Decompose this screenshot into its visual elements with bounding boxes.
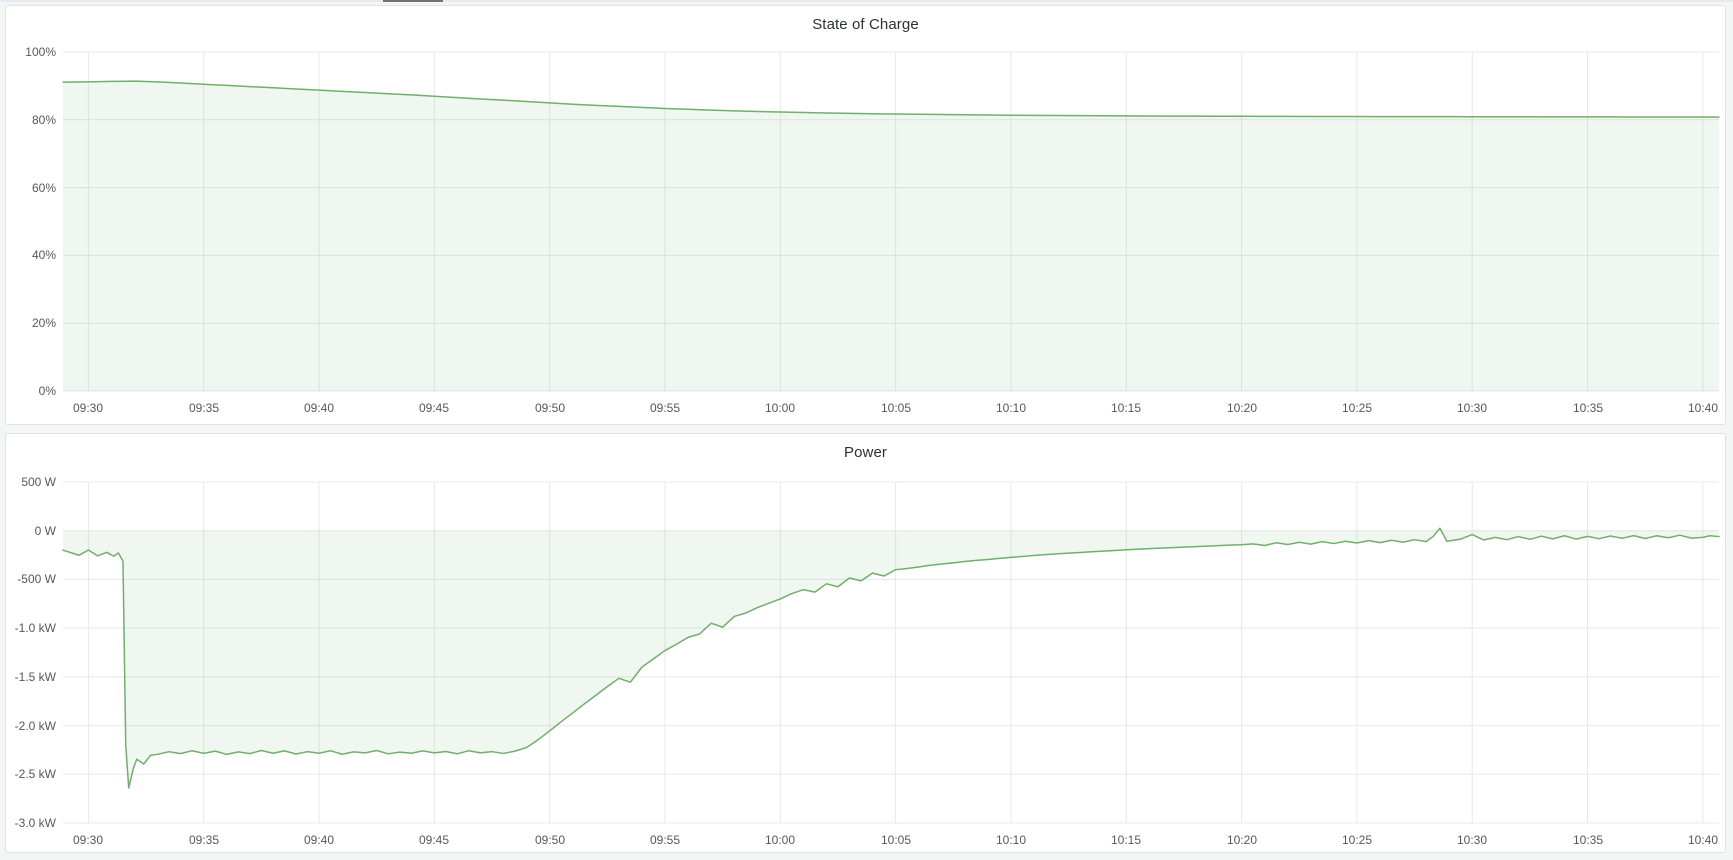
- soc-series-area: [63, 81, 1719, 391]
- x-tick-label: 10:10: [979, 400, 1043, 416]
- top-edge-dark-artifact: [383, 0, 443, 2]
- y-tick-label: 0%: [6, 383, 56, 399]
- x-tick-label: 09:45: [402, 832, 466, 848]
- x-tick-label: 10:25: [1325, 400, 1389, 416]
- x-tick-label: 10:15: [1094, 832, 1158, 848]
- y-tick-label: 40%: [6, 247, 56, 263]
- x-tick-label: 09:40: [287, 400, 351, 416]
- x-tick-label: 10:05: [864, 832, 928, 848]
- y-tick-label: -2.5 kW: [6, 766, 56, 782]
- x-tick-label: 10:15: [1094, 400, 1158, 416]
- x-tick-label: 10:25: [1325, 832, 1389, 848]
- x-tick-label: 10:20: [1210, 400, 1274, 416]
- y-tick-label: 0 W: [6, 523, 56, 539]
- x-tick-label: 09:45: [402, 400, 466, 416]
- power-series-area: [63, 528, 1719, 788]
- x-tick-label: 09:50: [518, 832, 582, 848]
- x-tick-label: 09:40: [287, 832, 351, 848]
- y-tick-label: 100%: [6, 44, 56, 60]
- y-tick-label: -2.0 kW: [6, 718, 56, 734]
- x-tick-label: 09:35: [172, 400, 236, 416]
- x-tick-label: 10:00: [748, 832, 812, 848]
- y-tick-label: -3.0 kW: [6, 815, 56, 831]
- y-tick-label: -1.0 kW: [6, 620, 56, 636]
- x-tick-label: 10:00: [748, 400, 812, 416]
- y-tick-label: 60%: [6, 180, 56, 196]
- power-panel: Power 500 W0 W-500 W-1.0 kW-1.5 kW-2.0 k…: [5, 433, 1726, 853]
- soc-plot-area[interactable]: [6, 6, 1727, 424]
- x-tick-label: 10:30: [1440, 400, 1504, 416]
- x-tick-label: 10:40: [1671, 400, 1733, 416]
- top-edge-artifact: [0, 0, 1733, 2]
- x-tick-label: 09:55: [633, 832, 697, 848]
- x-tick-label: 09:30: [56, 400, 120, 416]
- x-tick-label: 10:35: [1556, 400, 1620, 416]
- x-tick-label: 10:10: [979, 832, 1043, 848]
- x-tick-label: 09:35: [172, 832, 236, 848]
- x-tick-label: 09:50: [518, 400, 582, 416]
- x-tick-label: 09:30: [56, 832, 120, 848]
- x-tick-label: 10:30: [1440, 832, 1504, 848]
- y-tick-label: 20%: [6, 315, 56, 331]
- power-plot-area[interactable]: [6, 434, 1727, 852]
- x-tick-label: 09:55: [633, 400, 697, 416]
- x-tick-label: 10:40: [1671, 832, 1733, 848]
- y-tick-label: -500 W: [6, 571, 56, 587]
- x-tick-label: 10:20: [1210, 832, 1274, 848]
- y-tick-label: 80%: [6, 112, 56, 128]
- y-tick-label: -1.5 kW: [6, 669, 56, 685]
- x-tick-label: 10:05: [864, 400, 928, 416]
- x-tick-label: 10:35: [1556, 832, 1620, 848]
- state-of-charge-panel: State of Charge 100%80%60%40%20%0%09:300…: [5, 5, 1726, 425]
- y-tick-label: 500 W: [6, 474, 56, 490]
